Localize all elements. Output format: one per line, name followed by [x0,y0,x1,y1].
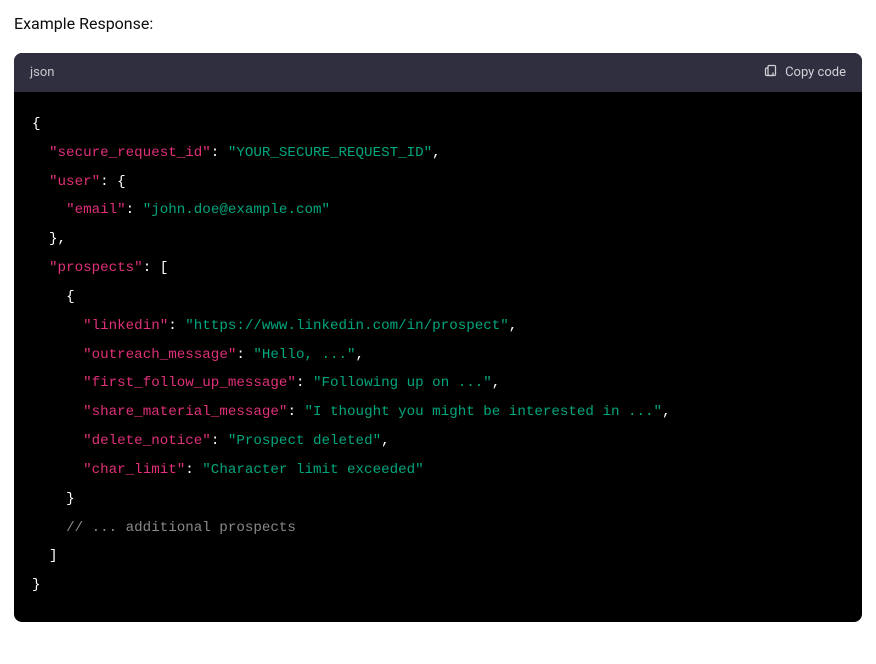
code-token: "char_limit" [83,462,185,478]
copy-code-button[interactable]: Copy code [763,63,846,82]
code-token: "https://www.linkedin.com/in/prospect" [185,318,509,334]
code-token: { [32,116,41,132]
code-token: "user" [49,174,100,190]
code-token: : [143,260,160,276]
code-token: , [381,433,390,449]
code-language-label: json [30,65,54,80]
clipboard-icon [763,63,778,82]
code-token: "outreach_message" [83,347,236,363]
code-token: "secure_request_id" [49,145,211,161]
code-token: "delete_notice" [83,433,211,449]
code-token: "Following up on ..." [313,375,492,391]
code-token: "YOUR_SECURE_REQUEST_ID" [228,145,432,161]
code-token: { [117,174,126,190]
code-token: : [296,375,313,391]
code-block: json Copy code { "secure_request_id": "Y… [14,53,862,622]
code-token: : [168,318,185,334]
code-token: "share_material_message" [83,404,287,420]
code-token: : [126,202,143,218]
code-token: "email" [66,202,126,218]
code-token: "Prospect deleted" [228,433,381,449]
code-token: } [66,491,75,507]
copy-code-label: Copy code [785,65,846,80]
code-token: : [100,174,117,190]
code-token: : [211,145,228,161]
code-token: , [356,347,365,363]
code-token: "prospects" [49,260,143,276]
code-token: , [662,404,671,420]
code-token: { [66,289,75,305]
code-token: , [509,318,518,334]
code-token: // ... additional prospects [66,520,296,536]
code-token: ] [49,548,58,564]
code-token: "Character limit exceeded" [202,462,423,478]
code-token: : [185,462,202,478]
code-token: "Hello, ..." [253,347,355,363]
code-token: : [236,347,253,363]
code-token: "I thought you might be interested in ..… [304,404,662,420]
code-token: }, [49,231,66,247]
code-header: json Copy code [14,53,862,92]
code-token: [ [160,260,169,276]
code-token: , [432,145,441,161]
code-token: , [492,375,501,391]
code-token: "first_follow_up_message" [83,375,296,391]
code-token: "linkedin" [83,318,168,334]
code-token: : [211,433,228,449]
code-content: { "secure_request_id": "YOUR_SECURE_REQU… [14,92,862,622]
code-token: : [287,404,304,420]
section-heading: Example Response: [14,14,862,33]
code-token: } [32,577,41,593]
code-token: "john.doe@example.com" [143,202,330,218]
